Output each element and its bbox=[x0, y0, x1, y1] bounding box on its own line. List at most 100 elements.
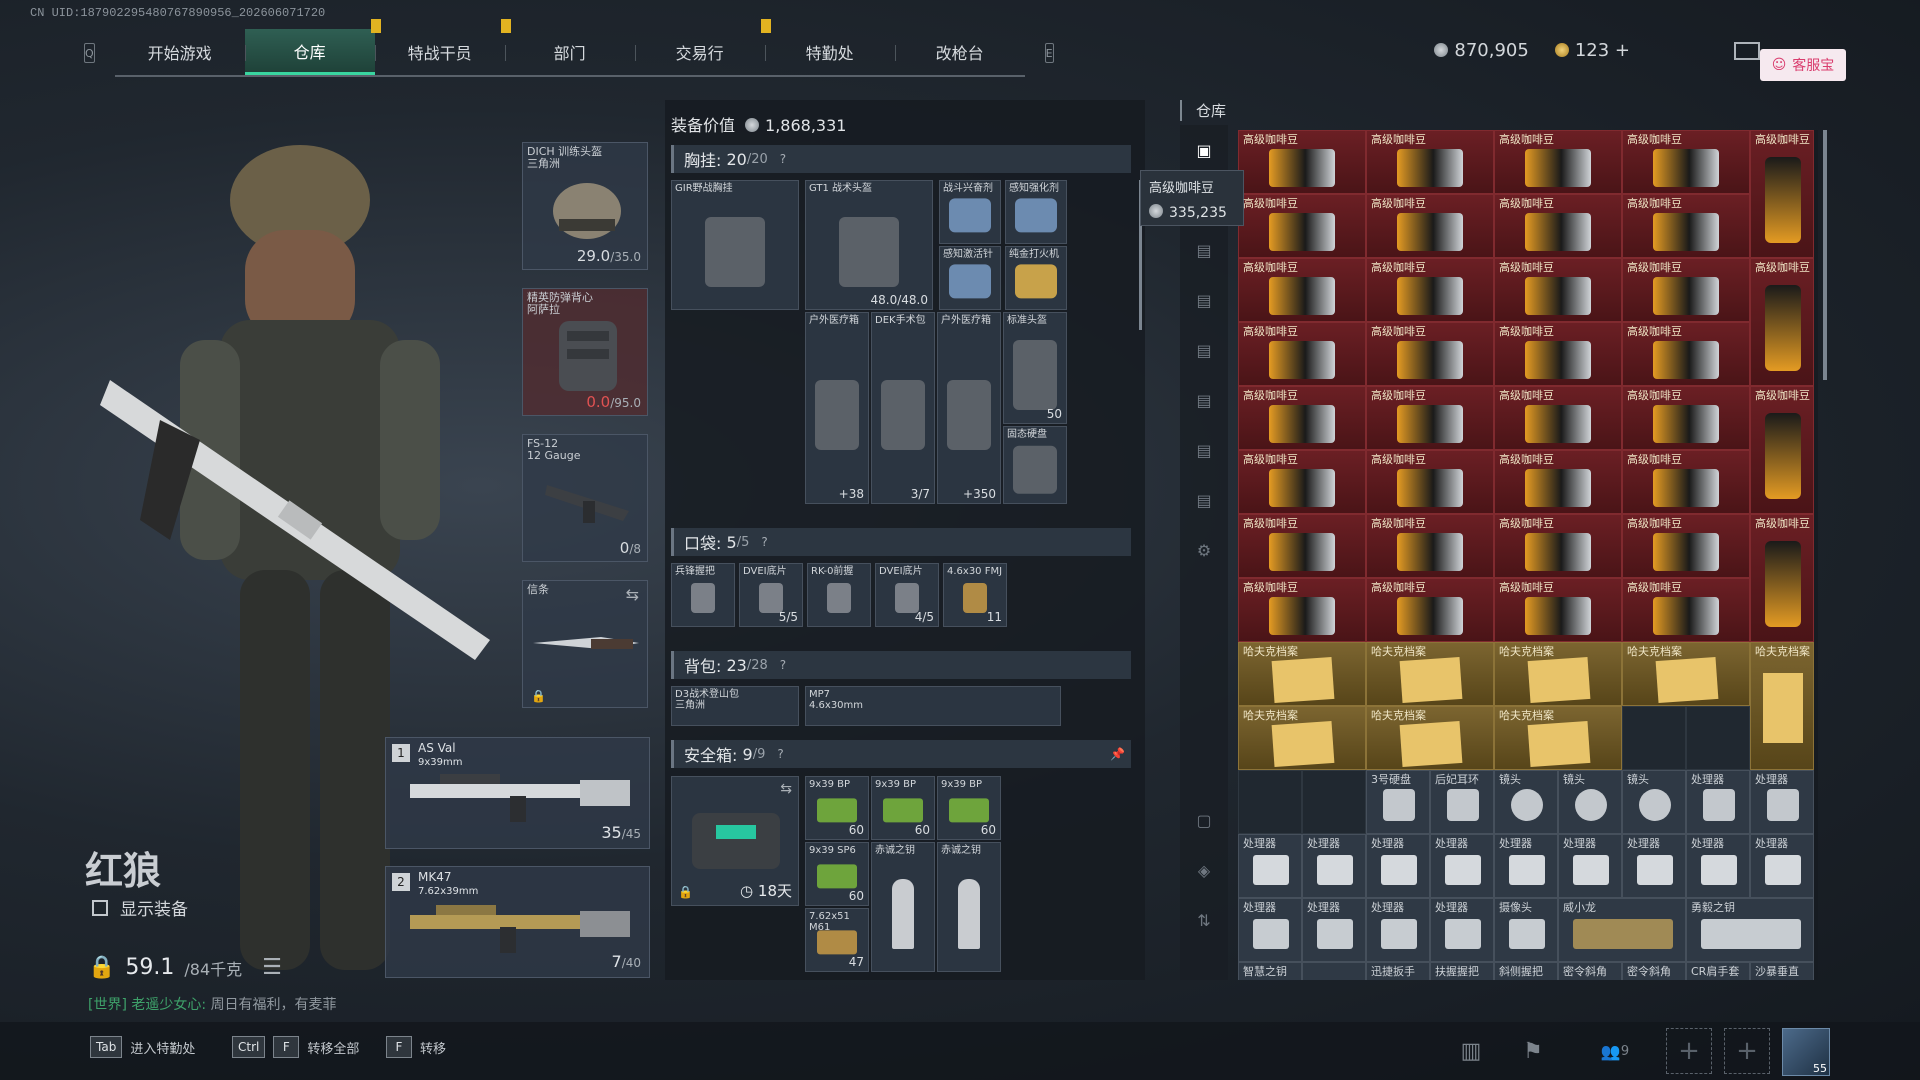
coffee-item[interactable]: 高级咖啡豆 bbox=[1366, 258, 1494, 322]
warehouse-item[interactable]: 处理器 bbox=[1686, 770, 1750, 834]
intel-file-item[interactable]: 哈夫克档案 bbox=[1622, 642, 1750, 706]
coffee-item[interactable]: 高级咖啡豆 bbox=[1238, 194, 1366, 258]
intel-file-item[interactable]: 哈夫克档案 bbox=[1494, 706, 1622, 770]
coffee-item[interactable]: 高级咖啡豆 bbox=[1494, 322, 1622, 386]
support-button[interactable]: ☺ 客服宝 bbox=[1760, 49, 1846, 81]
intel-file-item[interactable]: 哈夫克档案 bbox=[1238, 706, 1366, 770]
warehouse-item[interactable]: 密令斜角 bbox=[1558, 962, 1622, 980]
pin-icon[interactable]: 📌 bbox=[1110, 747, 1125, 761]
coffee-item[interactable]: 高级咖啡豆 bbox=[1494, 130, 1622, 194]
warehouse-page-icon[interactable]: ▤ bbox=[1180, 325, 1228, 375]
warehouse-scrollbar[interactable] bbox=[1823, 130, 1827, 380]
safebox-item[interactable]: 9x39 BP 60 bbox=[805, 776, 869, 840]
backpack-weapon-slot[interactable]: MP7 4.6x30mm bbox=[805, 686, 1061, 726]
coffee-item[interactable]: 高级咖啡豆 bbox=[1622, 450, 1750, 514]
tab-department[interactable]: 部门 bbox=[504, 29, 635, 75]
stats-icon[interactable]: ▥ bbox=[1456, 1036, 1486, 1066]
warehouse-page-icon[interactable]: ▤ bbox=[1180, 225, 1228, 275]
mail-icon[interactable] bbox=[1734, 42, 1760, 60]
warehouse-item[interactable]: 密令斜角 bbox=[1622, 962, 1686, 980]
chest-item[interactable]: GIR野战胸挂 bbox=[671, 180, 799, 310]
warehouse-item[interactable]: 3号硬盘 bbox=[1366, 770, 1430, 834]
sort-icon[interactable]: ⇅ bbox=[1180, 895, 1228, 945]
chest-item[interactable]: GT1 战术头盔 48.0/48.0 bbox=[805, 180, 933, 310]
chest-item[interactable]: 感知强化剂 bbox=[1005, 180, 1067, 244]
enter-special-ops-hotkey[interactable]: Tab 进入特勤处 bbox=[90, 1036, 195, 1058]
warehouse-item[interactable]: 镜头 bbox=[1494, 770, 1558, 834]
warehouse-item[interactable]: 勇毅之钥 bbox=[1686, 898, 1814, 962]
pocket-item[interactable]: 4.6x30 FMJ 11 bbox=[943, 563, 1007, 627]
safebox-item[interactable]: 赤诚之钥 bbox=[871, 842, 935, 972]
tab-market[interactable]: 交易行 bbox=[634, 19, 771, 75]
warehouse-item[interactable]: 镜头 bbox=[1558, 770, 1622, 834]
warehouse-page-icon[interactable]: ▤ bbox=[1180, 475, 1228, 525]
coffee-item[interactable]: 高级咖啡豆 bbox=[1366, 578, 1494, 642]
melee-slot[interactable]: 信条 ⇆ 🔒 bbox=[522, 580, 648, 708]
empty-slot[interactable] bbox=[1622, 706, 1686, 770]
coffee-item[interactable]: 高级咖啡豆 bbox=[1238, 322, 1366, 386]
add-squad-button[interactable]: + bbox=[1666, 1028, 1712, 1074]
transfer-all-hotkey[interactable]: Ctrl F 转移全部 bbox=[232, 1036, 359, 1058]
processor-item[interactable]: 处理器 bbox=[1494, 834, 1558, 898]
gold-currency[interactable]: 123 + bbox=[1554, 40, 1630, 61]
tab-operators[interactable]: 特战干员 bbox=[374, 19, 511, 75]
chest-item[interactable]: 户外医疗箱 +350 bbox=[937, 312, 1001, 504]
backpack-slot[interactable]: D3战术登山包 三角洲 bbox=[671, 686, 799, 726]
warehouse-item[interactable]: 斜侧握把 bbox=[1494, 962, 1558, 980]
chest-item[interactable]: 纯金打火机 bbox=[1005, 246, 1067, 310]
help-icon[interactable]: ? bbox=[780, 152, 786, 166]
coffee-item[interactable]: 高级咖啡豆 bbox=[1750, 258, 1814, 386]
help-icon[interactable]: ? bbox=[761, 535, 767, 549]
warehouse-item[interactable]: 处理器 bbox=[1302, 898, 1366, 962]
secondary-weapon-slot[interactable]: 2 MK47 7.62x39mm 7/40 bbox=[385, 866, 650, 978]
coffee-item[interactable]: 高级咖啡豆 bbox=[1622, 258, 1750, 322]
coffee-item[interactable]: 高级咖啡豆 bbox=[1366, 514, 1494, 578]
primary-weapon-slot[interactable]: 1 AS Val 9x39mm 35/45 bbox=[385, 737, 650, 849]
show-equipment-toggle[interactable]: 显示装备 bbox=[92, 895, 188, 920]
processor-item[interactable]: 处理器 bbox=[1430, 834, 1494, 898]
warehouse-item[interactable]: 智慧之钥 bbox=[1238, 962, 1302, 980]
pocket-item[interactable]: DVEI底片 4/5 bbox=[875, 563, 939, 627]
coffee-item[interactable]: 高级咖啡豆 bbox=[1494, 258, 1622, 322]
warehouse-page-icon[interactable]: ▤ bbox=[1180, 375, 1228, 425]
world-chat[interactable]: [世界] 老遥少女心: 周日有福利，有麦菲 bbox=[88, 994, 337, 1014]
chest-item[interactable]: 户外医疗箱 +38 bbox=[805, 312, 869, 504]
coffee-item[interactable]: 高级咖啡豆 bbox=[1622, 130, 1750, 194]
warehouse-item[interactable] bbox=[1302, 962, 1366, 980]
processor-item[interactable]: 处理器 bbox=[1750, 834, 1814, 898]
swap-icon[interactable]: ⇆ bbox=[626, 585, 639, 604]
processor-item[interactable]: 处理器 bbox=[1302, 834, 1366, 898]
coffee-item[interactable]: 高级咖啡豆 bbox=[1494, 386, 1622, 450]
coffee-item[interactable]: 高级咖啡豆 bbox=[1750, 130, 1814, 258]
warehouse-page-icon[interactable]: ▤ bbox=[1180, 425, 1228, 475]
coffee-item[interactable]: 高级咖啡豆 bbox=[1494, 578, 1622, 642]
coffee-item[interactable]: 高级咖啡豆 bbox=[1494, 450, 1622, 514]
tab-warehouse[interactable]: 仓库 bbox=[244, 19, 381, 75]
warehouse-item[interactable]: 处理器 bbox=[1366, 898, 1430, 962]
coffee-item[interactable]: 高级咖啡豆 bbox=[1238, 578, 1366, 642]
coffee-item[interactable]: 高级咖啡豆 bbox=[1750, 386, 1814, 514]
warehouse-item[interactable]: 镜头 bbox=[1622, 770, 1686, 834]
transfer-hotkey[interactable]: F 转移 bbox=[386, 1036, 446, 1058]
safebox-item[interactable]: 9x39 SP6 60 bbox=[805, 842, 869, 906]
coffee-item[interactable]: 高级咖啡豆 bbox=[1366, 130, 1494, 194]
coffee-item[interactable]: 高级咖啡豆 bbox=[1622, 514, 1750, 578]
swap-icon[interactable]: ⇆ bbox=[780, 781, 792, 797]
pocket-item[interactable]: DVEI底片 5/5 bbox=[739, 563, 803, 627]
flag-icon[interactable]: ⚑ bbox=[1518, 1036, 1548, 1066]
coffee-item[interactable]: 高级咖啡豆 bbox=[1238, 386, 1366, 450]
coffee-item[interactable]: 高级咖啡豆 bbox=[1366, 450, 1494, 514]
coffee-item[interactable]: 高级咖啡豆 bbox=[1494, 194, 1622, 258]
intel-file-item[interactable]: 哈夫克档案 bbox=[1366, 706, 1494, 770]
player-avatar[interactable]: 55 bbox=[1782, 1028, 1830, 1076]
coffee-item[interactable]: 高级咖啡豆 bbox=[1366, 194, 1494, 258]
coffee-item[interactable]: 高级咖啡豆 bbox=[1238, 258, 1366, 322]
tab-special-ops[interactable]: 特勤处 bbox=[764, 29, 895, 75]
safebox-item[interactable]: 9x39 BP 60 bbox=[937, 776, 1001, 840]
settings-gear-icon[interactable]: ⚙ bbox=[1180, 525, 1228, 575]
layers-icon[interactable]: ◈ bbox=[1180, 845, 1228, 895]
list-icon[interactable]: ☰ bbox=[262, 955, 282, 980]
coffee-item[interactable]: 高级咖啡豆 bbox=[1238, 450, 1366, 514]
tab-gunsmith[interactable]: 改枪台 bbox=[894, 29, 1025, 75]
chest-item[interactable]: 感知激活针 bbox=[939, 246, 1001, 310]
